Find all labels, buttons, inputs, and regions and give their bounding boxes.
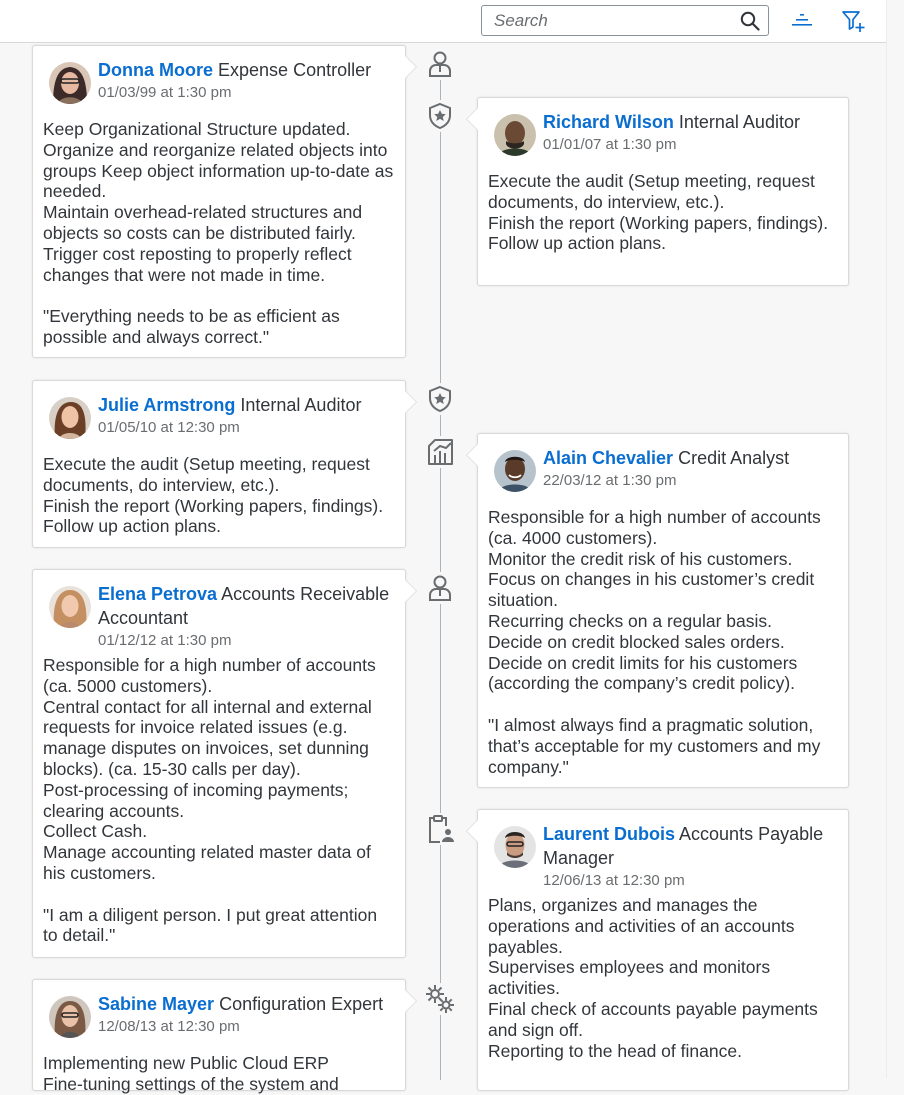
author-role: Internal Auditor bbox=[240, 395, 362, 415]
item-header: Donna Moore Expense Controller 01/03/99 … bbox=[98, 58, 397, 103]
avatar[interactable] bbox=[49, 62, 91, 104]
item-text: Responsible for a high number of account… bbox=[43, 655, 378, 946]
item-header: Richard Wilson Internal Auditor 01/01/07… bbox=[543, 110, 840, 155]
toolbar bbox=[0, 0, 886, 43]
item-text: Implementing new Public Cloud ERP Fine-t… bbox=[43, 1053, 339, 1094]
avatar[interactable] bbox=[494, 450, 536, 492]
sort-icon[interactable] bbox=[789, 8, 815, 34]
author-role: Credit Analyst bbox=[678, 448, 790, 468]
author-name-link[interactable]: Sabine Mayer bbox=[98, 994, 214, 1014]
item-text: Execute the audit (Setup meeting, reques… bbox=[43, 454, 384, 537]
scrollbar[interactable] bbox=[886, 0, 904, 1078]
timeline-item[interactable]: Laurent Dubois Accounts Payable Manager … bbox=[477, 809, 849, 1091]
item-date: 22/03/12 at 1:30 pm bbox=[543, 472, 677, 489]
avatar[interactable] bbox=[494, 826, 536, 868]
item-header: Julie Armstrong Internal Auditor 01/05/1… bbox=[98, 393, 397, 438]
author-role: Expense Controller bbox=[218, 60, 372, 80]
search-icon[interactable] bbox=[740, 11, 760, 31]
item-date: 01/12/12 at 1:30 pm bbox=[98, 632, 232, 649]
item-header: Laurent Dubois Accounts Payable Manager … bbox=[543, 822, 840, 891]
author-name-link[interactable]: Donna Moore bbox=[98, 60, 213, 80]
avatar[interactable] bbox=[49, 397, 91, 439]
business-chart-icon bbox=[424, 436, 456, 468]
item-text: Plans, organizes and manages the operati… bbox=[488, 895, 818, 1061]
gears-icon bbox=[424, 983, 456, 1015]
item-date: 01/01/07 at 1:30 pm bbox=[543, 136, 677, 153]
avatar[interactable] bbox=[494, 114, 536, 156]
author-role: Configuration Expert bbox=[219, 994, 384, 1014]
filter-add-icon[interactable] bbox=[840, 8, 866, 34]
shield-star-icon bbox=[424, 383, 456, 415]
author-role: Internal Auditor bbox=[678, 112, 800, 132]
timeline-item[interactable]: Richard Wilson Internal Auditor 01/01/07… bbox=[477, 97, 849, 286]
person-placeholder-icon bbox=[424, 572, 456, 604]
item-text: Responsible for a high number of account… bbox=[488, 507, 821, 777]
item-header: Sabine Mayer Configuration Expert 12/08/… bbox=[98, 992, 397, 1037]
timeline-item[interactable]: Donna Moore Expense Controller 01/03/99 … bbox=[32, 45, 406, 358]
author-name-link[interactable]: Richard Wilson bbox=[543, 112, 674, 132]
avatar[interactable] bbox=[49, 996, 91, 1038]
author-name-link[interactable]: Laurent Dubois bbox=[543, 824, 675, 844]
item-text: Keep Organizational Structure updated. O… bbox=[43, 119, 394, 347]
shield-star-icon bbox=[424, 100, 456, 132]
search-input[interactable] bbox=[482, 6, 744, 35]
item-date: 01/03/99 at 1:30 pm bbox=[98, 84, 232, 101]
timeline-item[interactable]: Alain Chevalier Credit Analyst 22/03/12 … bbox=[477, 433, 849, 788]
author-name-link[interactable]: Julie Armstrong bbox=[98, 395, 235, 415]
item-header: Elena Petrova Accounts Receivable Accoun… bbox=[98, 582, 397, 651]
author-name-link[interactable]: Alain Chevalier bbox=[543, 448, 673, 468]
person-placeholder-icon bbox=[424, 48, 456, 80]
item-text: Execute the audit (Setup meeting, reques… bbox=[488, 171, 829, 254]
search-field[interactable] bbox=[481, 5, 769, 36]
item-header: Alain Chevalier Credit Analyst 22/03/12 … bbox=[543, 446, 840, 491]
author-name-link[interactable]: Elena Petrova bbox=[98, 584, 217, 604]
timeline-item[interactable]: Elena Petrova Accounts Receivable Accoun… bbox=[32, 569, 406, 958]
avatar[interactable] bbox=[49, 586, 91, 628]
item-date: 12/06/13 at 12:30 pm bbox=[543, 872, 685, 889]
item-date: 01/05/10 at 12:30 pm bbox=[98, 419, 240, 436]
timeline-item[interactable]: Julie Armstrong Internal Auditor 01/05/1… bbox=[32, 380, 406, 548]
item-date: 12/08/13 at 12:30 pm bbox=[98, 1018, 240, 1035]
timeline-item[interactable]: Sabine Mayer Configuration Expert 12/08/… bbox=[32, 979, 406, 1094]
clipboard-person-icon bbox=[424, 813, 456, 845]
